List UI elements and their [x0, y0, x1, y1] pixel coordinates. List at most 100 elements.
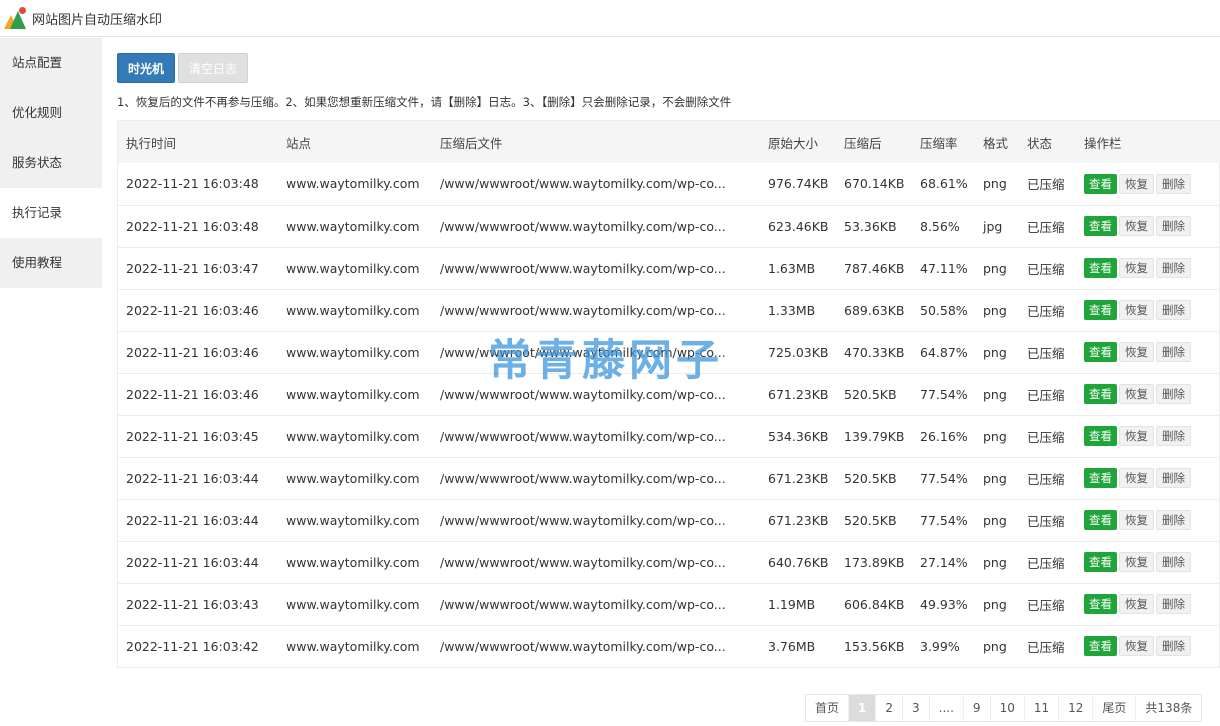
restore-button[interactable]: 恢复 — [1119, 468, 1154, 488]
sidebar-item-service-status[interactable]: 服务状态 — [0, 138, 102, 188]
delete-button[interactable]: 删除 — [1156, 468, 1191, 488]
table-row: 2022-11-21 16:03:43 www.waytomilky.com/ww… — [118, 583, 1220, 625]
view-button[interactable]: 查看 — [1084, 636, 1117, 656]
restore-button[interactable]: 恢复 — [1119, 300, 1154, 320]
cell-exec-time: 2022-11-21 16:03:48 — [126, 218, 259, 234]
view-button[interactable]: 查看 — [1084, 300, 1117, 320]
header-compressed-file: 压缩后文件 — [440, 135, 503, 151]
table-row: 2022-11-21 16:03:44 www.waytomilky.com/ww… — [118, 541, 1220, 583]
cell-site: www.waytomilky.com — [286, 470, 420, 486]
cell-exec-time: 2022-11-21 16:03:45 — [126, 428, 259, 444]
cell-exec-time: 2022-11-21 16:03:46 — [126, 344, 259, 360]
cell-original-size: 623.46KB — [768, 218, 829, 234]
sidebar-item-optimize-rules[interactable]: 优化规则 — [0, 88, 102, 138]
view-button[interactable]: 查看 — [1084, 510, 1117, 530]
total-count: 共138条 — [1145, 701, 1193, 715]
page-12[interactable]: 12 — [1059, 695, 1094, 721]
cell-file-path: /www/wwwroot/www.waytomilky.com/wp-co... — [440, 428, 726, 444]
header-compression-rate: 压缩率 — [920, 135, 958, 151]
cell-compressed-size: 139.79KB — [844, 428, 905, 444]
delete-button[interactable]: 删除 — [1156, 552, 1191, 572]
page-first[interactable]: 首页 — [806, 695, 850, 721]
view-button[interactable]: 查看 — [1084, 216, 1117, 236]
cell-exec-time: 2022-11-21 16:03:46 — [126, 386, 259, 402]
view-button[interactable]: 查看 — [1084, 426, 1117, 446]
view-button[interactable]: 查看 — [1084, 342, 1117, 362]
restore-button[interactable]: 恢复 — [1119, 594, 1154, 614]
cell-file-path: /www/wwwroot/www.waytomilky.com/wp-co... — [440, 512, 726, 528]
delete-button[interactable]: 删除 — [1156, 216, 1191, 236]
restore-button[interactable]: 恢复 — [1119, 173, 1154, 194]
delete-button[interactable]: 删除 — [1156, 173, 1191, 194]
cell-actions: 查看 恢复 删除 — [1076, 457, 1220, 499]
view-button[interactable]: 查看 — [1084, 173, 1117, 194]
cell-compression-rate: 27.14% — [920, 554, 968, 570]
view-button[interactable]: 查看 — [1084, 594, 1117, 614]
notice-text: 1、恢复后的文件不再参与压缩。2、如果您想重新压缩文件，请【删除】日志。3、【删… — [117, 95, 732, 109]
page-11[interactable]: 11 — [1025, 695, 1060, 721]
sidebar-item-site-config[interactable]: 站点配置 — [0, 38, 102, 88]
table-row: 2022-11-21 16:03:47 www.waytomilky.com/ww… — [118, 247, 1220, 289]
cell-file-path: /www/wwwroot/www.waytomilky.com/wp-co... — [440, 386, 726, 402]
page-3[interactable]: 3 — [903, 695, 930, 721]
cell-actions: 查看 恢复 删除 — [1076, 583, 1220, 625]
table-row: 2022-11-21 16:03:46 www.waytomilky.com/ww… — [118, 289, 1220, 331]
view-button[interactable]: 查看 — [1084, 552, 1117, 572]
cell-original-size: 671.23KB — [768, 470, 829, 486]
cell-original-size: 976.74KB — [768, 176, 829, 192]
delete-button[interactable]: 删除 — [1156, 426, 1191, 446]
clear-log-button[interactable]: 清空日志 — [178, 53, 249, 83]
view-button[interactable]: 查看 — [1084, 384, 1117, 404]
page-1[interactable]: 1 — [849, 695, 877, 721]
page-9[interactable]: 9 — [964, 695, 991, 721]
delete-button[interactable]: 删除 — [1156, 510, 1191, 530]
restore-button[interactable]: 恢复 — [1119, 258, 1154, 278]
page-10[interactable]: 10 — [991, 695, 1025, 721]
sidebar-item-tutorial[interactable]: 使用教程 — [0, 238, 102, 288]
cell-compressed-size: 520.5KB — [844, 512, 897, 528]
restore-button[interactable]: 恢复 — [1119, 552, 1154, 572]
restore-button[interactable]: 恢复 — [1119, 426, 1154, 446]
header-site: 站点 — [286, 135, 312, 151]
cell-file-path: /www/wwwroot/www.waytomilky.com/wp-co... — [440, 302, 726, 318]
restore-button[interactable]: 恢复 — [1119, 216, 1154, 236]
cell-status: 已压缩 — [1027, 219, 1065, 235]
cell-actions: 查看 恢复 删除 — [1076, 163, 1220, 205]
title-bar: 网站图片自动压缩水印 — [0, 0, 1220, 37]
header-status: 状态 — [1027, 135, 1053, 151]
cell-actions: 查看 恢复 删除 — [1076, 247, 1220, 289]
cell-format: png — [983, 638, 1007, 654]
cell-original-size: 534.36KB — [768, 428, 829, 444]
page-last[interactable]: 尾页 — [1093, 695, 1137, 721]
restore-button[interactable]: 恢复 — [1119, 342, 1154, 362]
restore-button[interactable]: 恢复 — [1119, 510, 1154, 530]
cell-compression-rate: 26.16% — [920, 428, 968, 444]
cell-compressed-size: 787.46KB — [844, 260, 905, 276]
view-button[interactable]: 查看 — [1084, 258, 1117, 278]
cell-compressed-size: 173.89KB — [844, 554, 905, 570]
page-2[interactable]: 2 — [876, 695, 904, 721]
cell-site: www.waytomilky.com — [286, 386, 420, 402]
delete-button[interactable]: 删除 — [1156, 258, 1191, 278]
sidebar-item-execution-log[interactable]: 执行记录 — [0, 188, 102, 238]
table-row: 2022-11-21 16:03:45 www.waytomilky.com/ww… — [118, 415, 1220, 457]
delete-button[interactable]: 删除 — [1156, 342, 1191, 362]
restore-button[interactable]: 恢复 — [1119, 384, 1154, 404]
table-row: 2022-11-21 16:03:42 www.waytomilky.com/ww… — [118, 625, 1220, 667]
cell-actions: 查看 恢复 删除 — [1076, 415, 1220, 457]
delete-button[interactable]: 删除 — [1156, 384, 1191, 404]
page-ellipsis: .... — [930, 695, 964, 721]
restore-button[interactable]: 恢复 — [1119, 636, 1154, 656]
delete-button[interactable]: 删除 — [1156, 636, 1191, 656]
cell-site: www.waytomilky.com — [286, 512, 420, 528]
cell-site: www.waytomilky.com — [286, 344, 420, 360]
view-button[interactable]: 查看 — [1084, 468, 1117, 488]
cell-site: www.waytomilky.com — [286, 218, 420, 234]
cell-file-path: /www/wwwroot/www.waytomilky.com/wp-co... — [440, 470, 726, 486]
time-machine-button[interactable]: 时光机 — [117, 53, 176, 83]
toolbar: 时光机 清空日志 — [117, 53, 249, 83]
cell-actions: 查看 恢复 删除 — [1076, 331, 1220, 373]
delete-button[interactable]: 删除 — [1156, 300, 1191, 320]
cell-compressed-size: 670.14KB — [844, 176, 905, 192]
delete-button[interactable]: 删除 — [1156, 594, 1191, 614]
